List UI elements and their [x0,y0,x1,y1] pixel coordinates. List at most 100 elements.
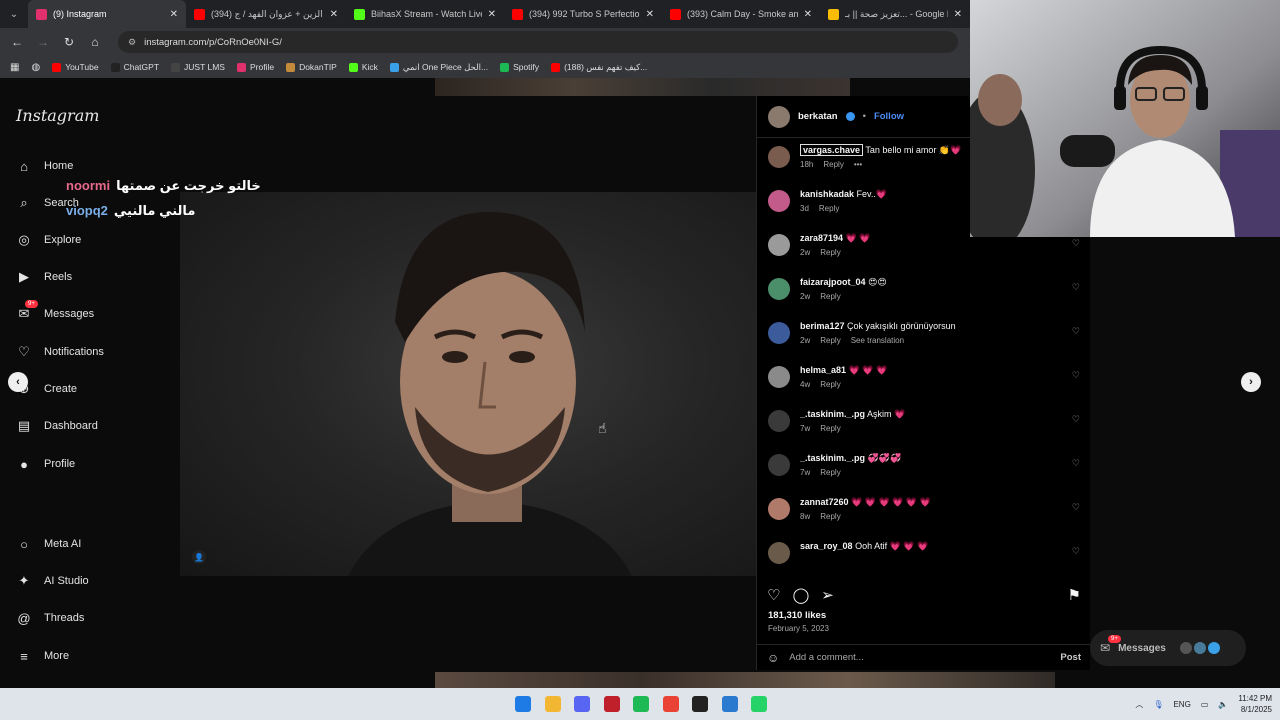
previous-post-button[interactable]: ‹ [8,372,28,392]
comment-like-icon[interactable]: ♡ [1072,458,1080,469]
bookmark-item[interactable]: JUST LMS [171,62,225,73]
comment-username[interactable]: kanishkadak [800,189,854,199]
add-comment-input[interactable]: Add a comment... [789,652,863,663]
comment-more-button[interactable]: ••• [854,158,862,171]
comment-username[interactable]: berima127 [800,321,845,331]
chrome-icon[interactable] [662,696,679,712]
site-info-icon[interactable]: ⚙ [128,37,136,48]
browser-tab[interactable]: تعزيز صحة || بـ... - Google Drive ✕ [820,0,970,28]
nav-profile[interactable]: ● Profile [16,456,75,472]
comment-avatar[interactable] [768,410,790,432]
spotify-icon[interactable] [633,696,649,712]
whatsapp-icon[interactable] [751,696,767,712]
globe-icon[interactable]: ◍ [31,62,40,73]
comment-username[interactable]: _.taskinim._.pg [800,409,865,419]
file-explorer-icon[interactable] [544,696,561,712]
comment-avatar[interactable] [768,146,790,168]
language-indicator[interactable]: ENG [1173,700,1190,709]
tab-close-icon[interactable]: ✕ [330,9,338,20]
nav-notifications[interactable]: ♡ Notifications [16,344,104,360]
next-post-button[interactable]: › [1241,372,1261,392]
comment-icon[interactable]: ◯ [792,586,809,604]
bookmark-item[interactable]: انمي One Piece الحل... [389,62,488,73]
url-field[interactable]: ⚙ instagram.com/p/CoRnOe0NI-G/ [118,31,958,53]
browser-tab[interactable]: (394) نور الزين + عزوان الفهد / ج ✕ [186,0,346,28]
comment-like-icon[interactable]: ♡ [1072,282,1080,293]
nav-explore[interactable]: ◎ Explore [16,232,81,248]
comment-username[interactable]: vargas.chave [800,144,864,156]
tab-close-icon[interactable]: ✕ [646,9,654,20]
tab-close-icon[interactable]: ✕ [170,9,178,20]
bookmark-item[interactable]: DokanTIP [286,62,337,73]
comment-username[interactable]: faizarajpoot_04 [800,277,866,287]
reply-button[interactable]: Reply [819,202,839,215]
nav-more[interactable]: ≡ More [16,648,69,664]
reply-button[interactable]: Reply [820,378,840,391]
reply-button[interactable]: Reply [820,466,840,479]
comment-username[interactable]: _.taskinim._.pg [800,453,865,463]
bookmark-item[interactable]: Spotify [500,62,539,73]
reply-button[interactable]: Reply [820,510,840,523]
reply-button[interactable]: Reply [820,246,840,259]
back-icon[interactable]: ← [6,31,28,53]
share-icon[interactable]: ➢ [821,586,834,604]
browser-tab[interactable]: BiihasX Stream - Watch Live on ✕ [346,0,504,28]
post-image[interactable]: 👤 ☝ [180,192,756,576]
tray-chevron-icon[interactable]: ︿ [1135,699,1143,710]
bookmark-item[interactable]: Kick [348,62,378,73]
likes-count[interactable]: 181,310 likes [768,610,826,621]
comment-like-icon[interactable]: ♡ [1072,326,1080,337]
nav-reels[interactable]: ▶ Reels [16,269,72,285]
browser-tab[interactable]: (393) Calm Day - Smoke and C ✕ [662,0,820,28]
nav-ai-studio[interactable]: ✦ AI Studio [16,573,89,589]
author-username[interactable]: berkatan [798,111,838,122]
tab-close-icon[interactable]: ✕ [488,9,496,20]
comment-username[interactable]: zara87194 [800,233,843,243]
comment-avatar[interactable] [768,322,790,344]
instagram-logo[interactable]: Instagram [16,106,99,125]
discord-icon[interactable] [574,696,590,712]
reply-button[interactable]: Reply [820,334,840,347]
tagged-user-icon[interactable]: 👤 [192,550,206,564]
floating-messages-button[interactable]: ✉ 9+ Messages [1090,630,1246,666]
tab-close-icon[interactable]: ✕ [804,9,812,20]
nav-dashboard[interactable]: ▤ Dashboard [16,418,98,434]
comment-avatar[interactable] [768,542,790,564]
author-avatar[interactable] [768,105,790,128]
comment-like-icon[interactable]: ♡ [1072,238,1080,249]
nav-meta-ai[interactable]: ○ Meta AI [16,536,81,552]
comment-like-icon[interactable]: ♡ [1072,414,1080,425]
microphone-icon[interactable]: 🎙 [1153,700,1163,709]
network-icon[interactable]: ▭ [1201,700,1209,709]
bookmark-item[interactable]: YouTube [52,62,99,73]
nav-messages[interactable]: ✉ 9+ Messages [16,300,94,322]
comment-avatar[interactable] [768,234,790,256]
photos-icon[interactable] [721,696,738,712]
reply-button[interactable]: Reply [823,158,843,171]
clock[interactable]: 11:42 PM 8/1/2025 [1238,693,1272,715]
comment-avatar[interactable] [768,454,790,476]
bookmark-item[interactable]: ChatGPT [110,62,159,73]
news-app-icon[interactable] [603,696,620,712]
comment-like-icon[interactable]: ♡ [1072,546,1080,557]
browser-tab[interactable]: (9) Instagram ✕ [28,0,186,28]
save-icon[interactable]: ⚑ [1068,586,1081,604]
comment-avatar[interactable] [768,498,790,520]
volume-icon[interactable]: 🔈 [1218,700,1228,709]
like-icon[interactable]: ♡ [767,586,780,604]
comment-avatar[interactable] [768,366,790,388]
tab-close-icon[interactable]: ✕ [954,9,962,20]
comment-username[interactable]: sara_roy_08 [800,541,853,551]
bookmark-item[interactable]: Profile [236,62,274,73]
obs-icon[interactable] [692,696,708,712]
browser-tab[interactable]: (394) 992 Turbo S Perfection [4 ✕ [504,0,662,28]
nav-home[interactable]: ⌂ Home [16,158,73,174]
emoji-icon[interactable]: ☺ [767,651,779,665]
comment-like-icon[interactable]: ♡ [1072,370,1080,381]
comment-like-icon[interactable]: ♡ [1072,502,1080,513]
follow-button[interactable]: Follow [874,111,904,122]
reply-button[interactable]: Reply [820,422,840,435]
apps-icon[interactable]: ▦ [10,62,19,73]
nav-threads[interactable]: @ Threads [16,610,84,626]
comment-avatar[interactable] [768,190,790,212]
